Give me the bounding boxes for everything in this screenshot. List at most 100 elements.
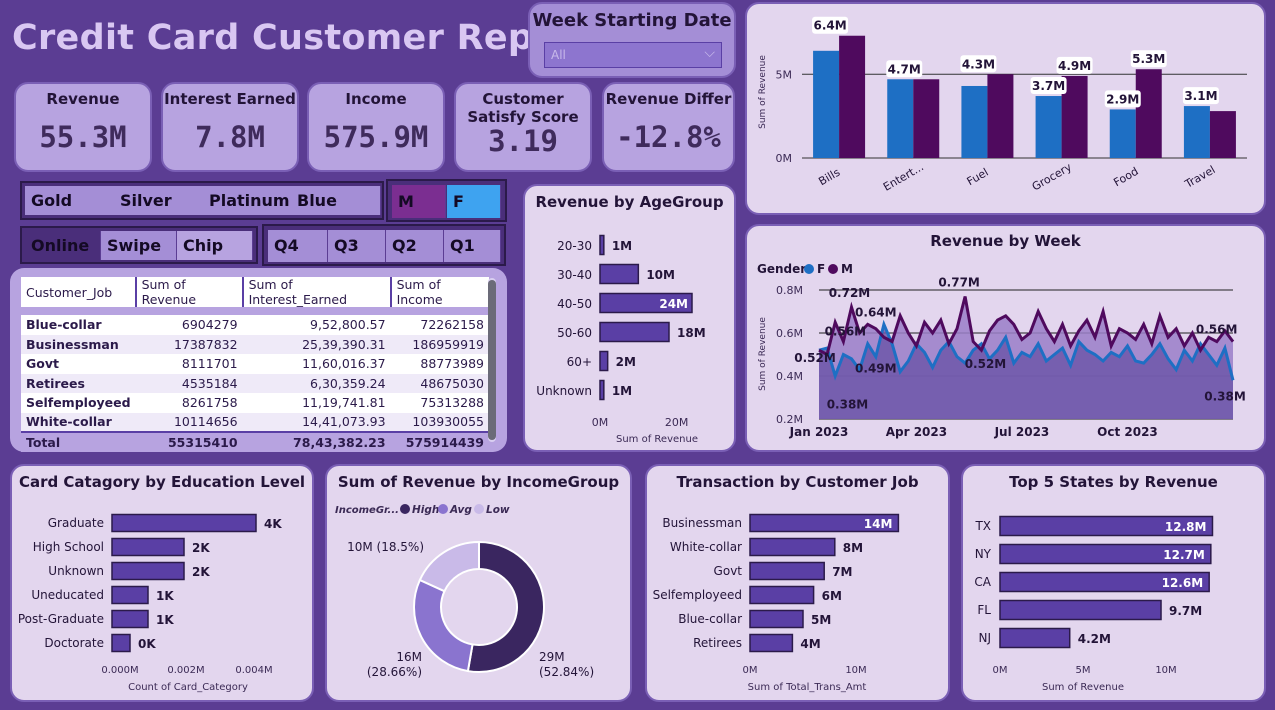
education-panel: Card Catagory by Education Level Graduat…	[10, 464, 314, 702]
x-tick-label: Jul 2023	[994, 425, 1050, 439]
y-tick-label: NY	[975, 547, 992, 561]
y-tick-label: 60+	[567, 355, 592, 369]
table-header[interactable]: Sum of Revenue	[135, 277, 244, 307]
bar	[599, 350, 609, 372]
bar	[749, 633, 794, 653]
slicer-option-q2[interactable]: Q2	[386, 230, 444, 262]
table-header[interactable]: Sum of Income	[390, 277, 489, 307]
states-panel: Top 5 States by Revenue TX 12.8M NY 12.7M CA…	[961, 464, 1266, 702]
y-tick-label: CA	[974, 575, 991, 589]
data-label: 0.38M	[827, 397, 869, 411]
kpi-value: 3.19	[488, 124, 558, 158]
quarter-slicer: Q4 Q3 Q2 Q1	[262, 224, 506, 266]
data-label: 4.2M	[1078, 632, 1111, 646]
y-tick-label: Blue-collar	[678, 612, 742, 626]
x-tick-label: Food	[1111, 165, 1140, 189]
kpi-label: Interest Earned	[164, 90, 296, 108]
table-row: Govt 8111701 11,60,016.37 88773989	[21, 354, 489, 374]
customer-job-table-panel: Customer_Job Sum of Revenue Sum of Inter…	[10, 268, 507, 452]
slicer-option-q3[interactable]: Q3	[328, 230, 386, 262]
data-label: 0.52M	[794, 351, 836, 365]
table-cell: Businessman	[26, 336, 119, 352]
data-label: 5M	[811, 613, 831, 627]
data-label: 3.7M	[1032, 79, 1065, 93]
bar	[987, 74, 1014, 158]
kpi-income: Income 575.9M	[307, 82, 445, 172]
slicer-option-online[interactable]: Online	[25, 231, 101, 260]
data-label: 9.7M	[1169, 604, 1202, 618]
table-cell: 11,19,741.81	[302, 395, 386, 411]
table-cell: White-collar	[26, 414, 112, 430]
bar	[887, 79, 914, 158]
legend-label: M	[841, 262, 853, 276]
table-row: Selfemployeed 8261758 11,19,741.81 75313…	[21, 393, 489, 413]
table-header[interactable]: Customer_Job	[21, 277, 137, 307]
y-tick-label: Govt	[714, 564, 743, 578]
table-cell: Total	[26, 434, 61, 450]
bar	[1183, 106, 1210, 158]
slicer-option-f[interactable]: F	[447, 185, 501, 218]
slicer-option-chip[interactable]: Chip	[177, 231, 253, 260]
slicer-option-q4[interactable]: Q4	[268, 230, 328, 262]
x-axis-label: Count of Card_Category	[128, 682, 248, 693]
slicer-option-blue[interactable]: Blue	[291, 186, 381, 215]
data-label: 4.3M	[962, 57, 995, 71]
slicer-option-silver[interactable]: Silver	[114, 186, 204, 215]
table-cell: 25,39,390.31	[302, 336, 386, 352]
bar	[913, 79, 940, 158]
revenue-by-week-panel: Revenue by Week Gender F M 0.2M 0.4M 0.6M 0.8M…	[745, 224, 1266, 452]
x-tick-label: Jan 2023	[789, 425, 849, 439]
data-label: 3.1M	[1184, 89, 1217, 103]
y-tick-label: White-collar	[670, 540, 742, 554]
incomegroup-chart: IncomeGr... High Avg Low 29M(52.84%) 16M(28.6…	[335, 504, 594, 679]
incomegroup-panel: Sum of Revenue by IncomeGroup IncomeGr..…	[325, 464, 632, 702]
table-scrollbar[interactable]	[488, 278, 496, 442]
y-tick-label: 0M	[776, 152, 793, 165]
kpi-value: 7.8M	[195, 120, 265, 154]
chevron-down-icon: ⌵	[704, 45, 715, 61]
y-tick-label: Selfemployeed	[653, 588, 742, 602]
y-tick-label: Businessman	[662, 516, 742, 530]
pie-slice	[418, 540, 480, 593]
bar	[749, 609, 804, 629]
data-label: 0.49M	[855, 362, 897, 376]
week-filter-dropdown[interactable]: All ⌵	[544, 42, 722, 68]
y-tick-label: 0.6M	[776, 327, 803, 340]
gender-slicer: M F	[386, 179, 507, 222]
data-label: 5.3M	[1132, 52, 1165, 66]
slicer-option-platinum[interactable]: Platinum	[203, 186, 292, 215]
kpi-label: Revenue Differ	[605, 90, 732, 108]
bar	[1135, 69, 1162, 158]
data-label: 0.56M	[1196, 323, 1238, 337]
x-tick-label: 20M	[665, 416, 689, 429]
data-label: 1M	[612, 384, 632, 398]
data-label: 7M	[832, 565, 852, 579]
category-revenue-chart: 0M 5M Sum of Revenue Bills 6.4M Entert... 4.7M…	[758, 16, 1247, 194]
x-tick-label: Fuel	[965, 166, 991, 189]
legend-dot	[474, 504, 484, 514]
slicer-option-swipe[interactable]: Swipe	[101, 231, 177, 260]
y-tick-label: Doctorate	[44, 636, 104, 650]
agegroup-panel: Revenue by AgeGroup 20-30 1M 30-40 10M 40-50…	[523, 184, 736, 452]
slicer-option-q1[interactable]: Q1	[444, 230, 501, 262]
table-header[interactable]: Sum of Interest_Earned	[242, 277, 392, 307]
y-tick-label: FL	[977, 603, 991, 617]
table-cell: 72262158	[420, 317, 484, 333]
bar	[749, 561, 825, 581]
table-cell: 14,41,073.93	[302, 414, 386, 430]
slicer-option-m[interactable]: M	[392, 185, 446, 218]
data-label: 2M	[616, 355, 636, 369]
x-tick-label: 0M	[993, 665, 1008, 676]
data-label: 4K	[264, 517, 282, 531]
bar	[813, 50, 840, 158]
data-label: 2K	[192, 541, 210, 555]
data-label: 1M	[612, 239, 632, 253]
data-label: 29M	[539, 650, 565, 664]
data-label: 0.56M	[825, 325, 867, 339]
bar	[999, 599, 1162, 621]
table-scrollbar-thumb[interactable]	[488, 280, 496, 440]
data-label: 18M	[677, 326, 706, 340]
slicer-option-gold[interactable]: Gold	[25, 186, 115, 215]
kpi-interest-earned: Interest Earned 7.8M	[161, 82, 299, 172]
x-tick-label: Oct 2023	[1097, 425, 1158, 439]
